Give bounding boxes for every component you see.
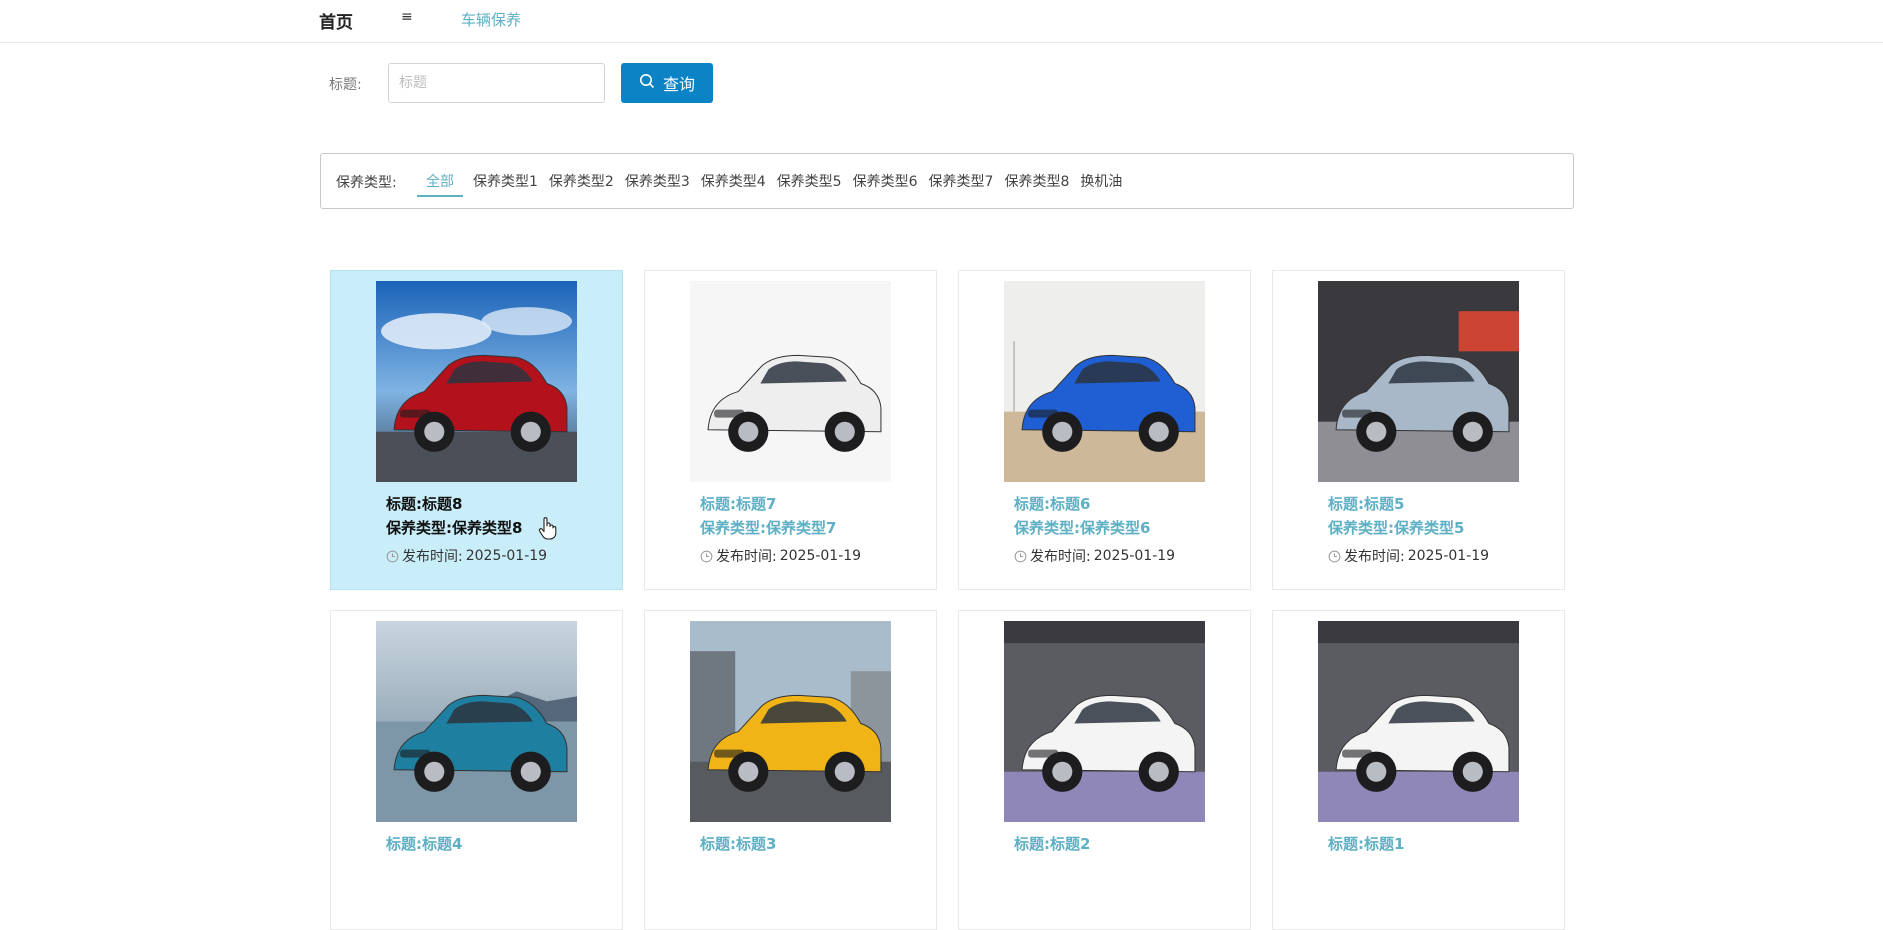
publish-time-value: 2025-01-19 — [779, 548, 862, 564]
card-title: 标题:标题7 — [700, 495, 777, 513]
card-publish-time: 发布时间: 2025-01-19 — [1014, 546, 1175, 566]
card-maintenance-type: 保养类型:保养类型6 — [1014, 519, 1151, 537]
card-title: 标题:标题2 — [1014, 835, 1091, 853]
card-maintenance-type: 保养类型:保养类型7 — [700, 519, 837, 537]
publish-time-value: 2025-01-19 — [1093, 548, 1176, 564]
car-image[interactable] — [1318, 281, 1519, 482]
search-input[interactable] — [388, 63, 605, 103]
search-button[interactable]: 查询 — [621, 63, 713, 103]
maintenance-card[interactable]: 标题:标题2 — [958, 610, 1251, 930]
maintenance-card[interactable]: 标题:标题1 — [1272, 610, 1565, 930]
publish-time-label: 发布时间: — [716, 549, 777, 565]
maintenance-type-filter: 保养类型: 全部 保养类型1 保养类型2 保养类型3 保养类型4 保养类型5 保养类型6 保养… — [320, 153, 1574, 209]
card-publish-time: 发布时间: 2025-01-19 — [700, 546, 861, 566]
filter-items: 全部 保养类型1 保养类型2 保养类型3 保养类型4 保养类型5 保养类型6 保养类型7 保养类… — [417, 154, 1123, 210]
filter-label: 保养类型: — [336, 175, 397, 191]
publish-time-value: 2025-01-19 — [465, 548, 548, 564]
maintenance-card[interactable]: 标题:标题4 — [330, 610, 623, 930]
search-icon — [639, 73, 655, 93]
car-image[interactable] — [376, 621, 577, 822]
filter-item-1[interactable]: 保养类型1 — [472, 167, 539, 197]
clock-icon — [386, 550, 399, 563]
car-image[interactable] — [1318, 621, 1519, 822]
filter-item-5[interactable]: 保养类型5 — [776, 167, 843, 197]
card-maintenance-type: 保养类型:保养类型8 — [386, 519, 523, 537]
card-title: 标题:标题5 — [1328, 495, 1405, 513]
search-label: 标题: — [329, 77, 362, 93]
clock-icon — [1328, 550, 1341, 563]
clock-icon — [700, 550, 713, 563]
nav-home-link[interactable]: 首页 — [319, 8, 353, 33]
top-nav: 首页 ≡ 车辆保养 — [0, 0, 1883, 43]
card-publish-time: 发布时间: 2025-01-19 — [386, 546, 547, 566]
filter-item-4[interactable]: 保养类型4 — [700, 167, 767, 197]
nav-vehicle-maintenance-link[interactable]: 车辆保养 — [461, 9, 521, 30]
publish-time-label: 发布时间: — [1344, 549, 1405, 565]
filter-item-2[interactable]: 保养类型2 — [548, 167, 615, 197]
car-image[interactable] — [690, 621, 891, 822]
car-image[interactable] — [1004, 281, 1205, 482]
hand-cursor-icon — [538, 517, 557, 540]
maintenance-card[interactable]: 标题:标题5 保养类型:保养类型5 发布时间: 2025-01-19 — [1272, 270, 1565, 590]
card-title: 标题:标题3 — [700, 835, 777, 853]
card-title: 标题:标题1 — [1328, 835, 1405, 853]
publish-time-value: 2025-01-19 — [1407, 548, 1490, 564]
car-image[interactable] — [376, 281, 577, 482]
card-publish-time: 发布时间: 2025-01-19 — [1328, 546, 1489, 566]
maintenance-card[interactable]: 标题:标题3 — [644, 610, 937, 930]
clock-icon — [1014, 550, 1027, 563]
maintenance-card[interactable]: 标题:标题8 保养类型:保养类型8 发布时间: 2025-01-19 — [330, 270, 623, 590]
card-title: 标题:标题8 — [386, 495, 463, 513]
publish-time-label: 发布时间: — [1030, 549, 1091, 565]
car-image[interactable] — [1004, 621, 1205, 822]
filter-item-9[interactable]: 换机油 — [1079, 167, 1123, 197]
maintenance-card[interactable]: 标题:标题7 保养类型:保养类型7 发布时间: 2025-01-19 — [644, 270, 937, 590]
filter-item-7[interactable]: 保养类型7 — [928, 167, 995, 197]
filter-item-0[interactable]: 全部 — [417, 167, 463, 197]
filter-item-8[interactable]: 保养类型8 — [1003, 167, 1070, 197]
filter-item-6[interactable]: 保养类型6 — [852, 167, 919, 197]
publish-time-label: 发布时间: — [402, 549, 463, 565]
menu-icon[interactable]: ≡ — [401, 9, 413, 25]
car-image[interactable] — [690, 281, 891, 482]
search-button-label: 查询 — [662, 75, 695, 94]
card-title: 标题:标题4 — [386, 835, 463, 853]
maintenance-card[interactable]: 标题:标题6 保养类型:保养类型6 发布时间: 2025-01-19 — [958, 270, 1251, 590]
filter-item-3[interactable]: 保养类型3 — [624, 167, 691, 197]
card-maintenance-type: 保养类型:保养类型5 — [1328, 519, 1465, 537]
card-title: 标题:标题6 — [1014, 495, 1091, 513]
